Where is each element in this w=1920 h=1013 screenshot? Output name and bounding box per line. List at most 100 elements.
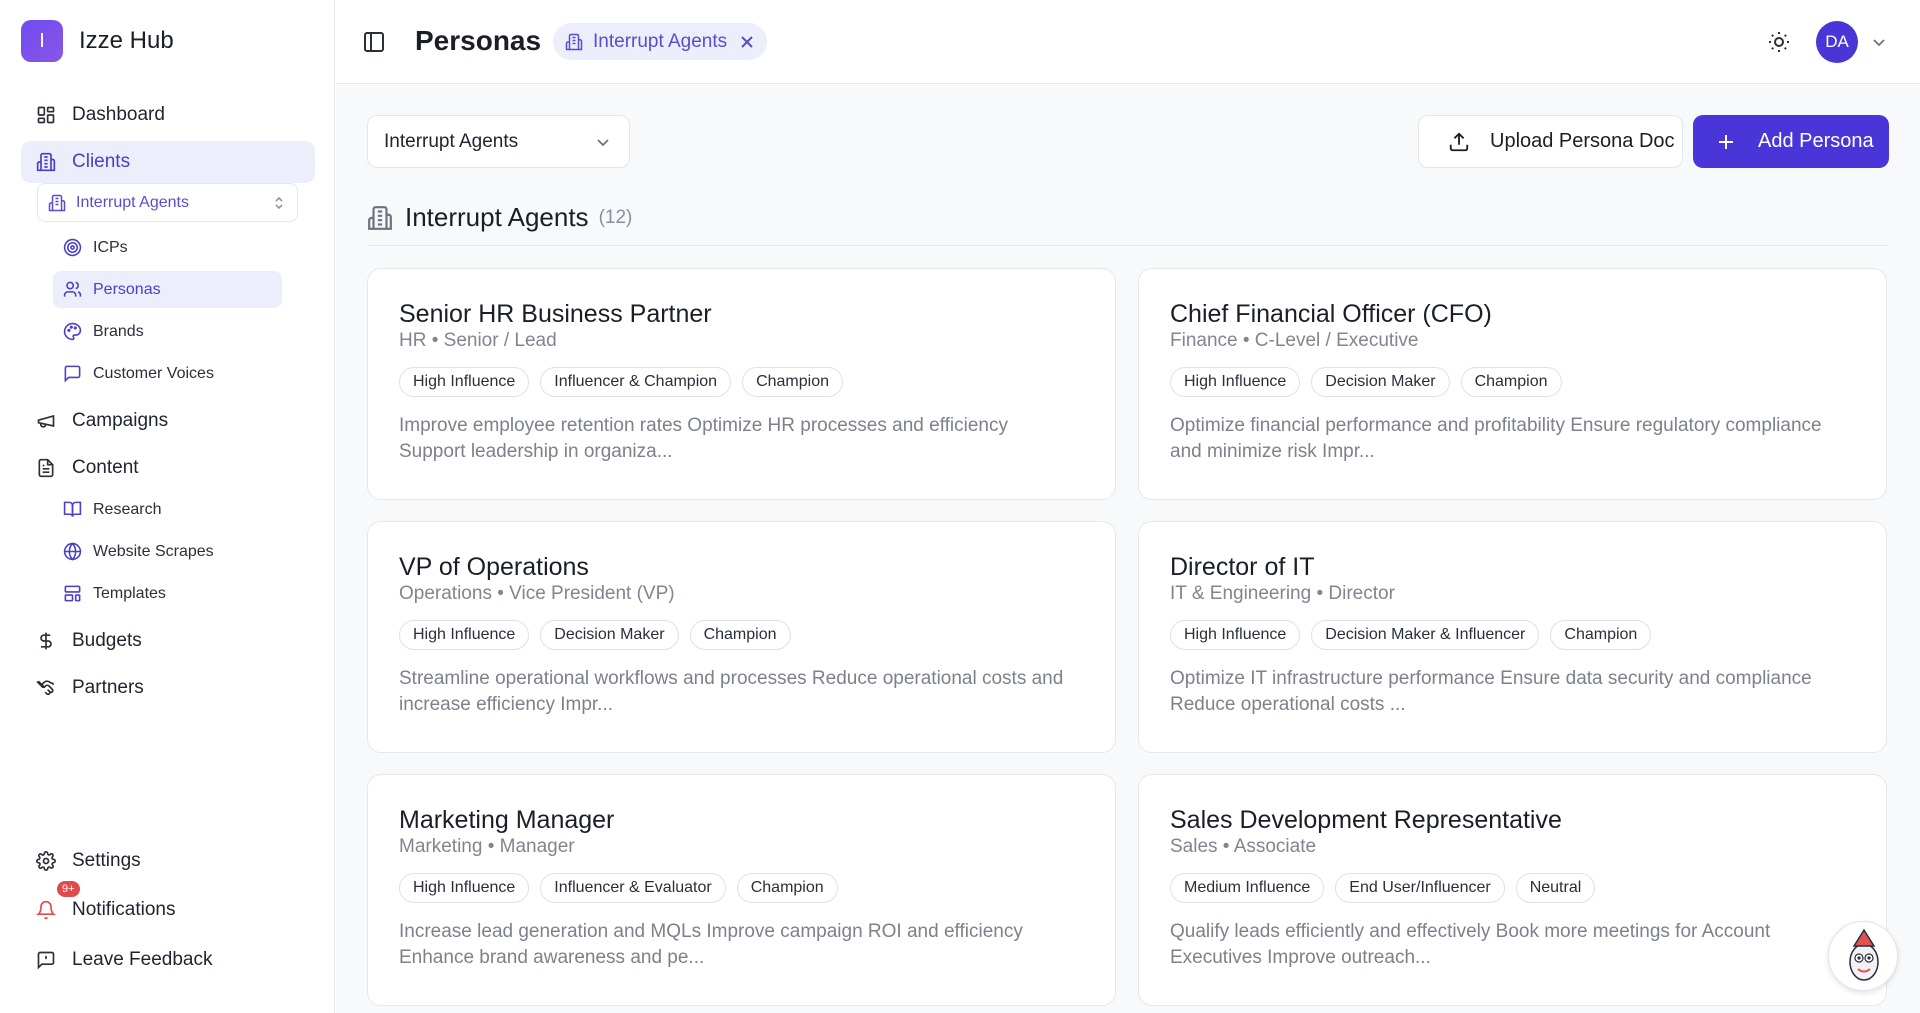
persona-tags: High Influence Decision Maker Champion: [399, 620, 1084, 650]
persona-tag: Decision Maker: [1311, 367, 1450, 397]
bell-icon: [35, 899, 57, 921]
persona-tag: Champion: [736, 873, 838, 903]
persona-tags: Medium Influence End User/Influencer Neu…: [1170, 873, 1855, 903]
sidebar-subitem-customer-voices[interactable]: Customer Voices: [53, 355, 282, 392]
sidebar-item-notifications[interactable]: 9+ Notifications: [21, 881, 315, 931]
sidebar-item-label: Campaigns: [72, 410, 169, 431]
persona-tag: Influencer & Champion: [540, 367, 732, 397]
building-icon: [565, 33, 583, 50]
user-avatar[interactable]: DA: [1816, 21, 1858, 63]
persona-card[interactable]: Marketing Manager Marketing • Manager Hi…: [367, 774, 1116, 1006]
section-title: Interrupt Agents: [405, 202, 589, 232]
sidebar-item-settings[interactable]: Settings: [21, 840, 315, 882]
add-button-label: Add Persona: [1758, 130, 1874, 152]
persona-tag: High Influence: [1170, 620, 1301, 650]
brand[interactable]: I Izze Hub: [21, 20, 174, 62]
upload-persona-doc-button[interactable]: Upload Persona Doc: [1418, 115, 1683, 168]
sidebar-item-label: Budgets: [72, 630, 142, 651]
persona-description: Optimize financial performance and profi…: [1170, 415, 1822, 462]
persona-description: Increase lead generation and MQLs Improv…: [399, 921, 1023, 968]
persona-tag: Decision Maker: [540, 620, 679, 650]
persona-subtitle: Finance • C-Level / Executive: [1170, 330, 1419, 351]
upload-button-label: Upload Persona Doc: [1490, 130, 1675, 152]
sidebar-subitem-research[interactable]: Research: [53, 491, 282, 528]
upload-icon: [1449, 131, 1469, 151]
palette-icon: [62, 322, 82, 342]
sidebar-item-feedback[interactable]: Leave Feedback: [21, 939, 315, 981]
globe-icon: [62, 542, 82, 562]
notification-badge: 9+: [57, 881, 80, 897]
persona-tag: Medium Influence: [1170, 873, 1325, 903]
sidebar-subitem-label: ICPs: [93, 238, 128, 256]
persona-description: Streamline operational workflows and pro…: [399, 668, 1064, 715]
persona-tag: End User/Influencer: [1335, 873, 1505, 903]
sidebar-item-partners[interactable]: Partners: [21, 667, 315, 709]
sidebar-subitem-templates[interactable]: Templates: [53, 575, 282, 612]
sidebar-item-dashboard[interactable]: Dashboard: [21, 94, 315, 136]
sidebar-item-content[interactable]: Content: [21, 447, 315, 489]
persona-subtitle: HR • Senior / Lead: [399, 330, 557, 351]
sidebar-item-clients[interactable]: Clients: [21, 141, 315, 183]
plus-icon: [1719, 134, 1733, 149]
chevron-down-icon[interactable]: [1871, 34, 1887, 50]
megaphone-icon: [35, 410, 57, 432]
sidebar-subitem-label: Website Scrapes: [93, 542, 214, 560]
persona-tag: High Influence: [399, 873, 530, 903]
sidebar-item-label: Partners: [72, 677, 144, 698]
persona-tag: Neutral: [1515, 873, 1596, 903]
sidebar-item-budgets[interactable]: Budgets: [21, 620, 315, 662]
persona-subtitle: IT & Engineering • Director: [1170, 583, 1395, 604]
persona-tag: Decision Maker & Influencer: [1311, 620, 1540, 650]
handshake-icon: [35, 677, 57, 699]
sidebar-subitem-icps[interactable]: ICPs: [53, 229, 282, 266]
persona-tag: Champion: [1460, 367, 1562, 397]
client-selector-label: Interrupt Agents: [76, 193, 189, 211]
section-count: (12): [598, 206, 633, 228]
persona-title: Senior HR Business Partner: [399, 300, 712, 328]
persona-card[interactable]: Director of IT IT & Engineering • Direct…: [1138, 521, 1887, 753]
persona-tag: Champion: [689, 620, 791, 650]
dollar-icon: [35, 630, 57, 652]
sidebar-subitem-website-scrapes[interactable]: Website Scrapes: [53, 533, 282, 570]
persona-tag: Champion: [1550, 620, 1652, 650]
persona-tags: High Influence Decision Maker Champion: [1170, 367, 1855, 397]
sidebar-item-label: Dashboard: [72, 104, 165, 125]
persona-title: Chief Financial Officer (CFO): [1170, 300, 1492, 328]
assistant-mascot-button[interactable]: [1828, 921, 1898, 991]
divider: [367, 245, 1889, 246]
persona-card[interactable]: Chief Financial Officer (CFO) Finance • …: [1138, 268, 1887, 500]
persona-card[interactable]: VP of Operations Operations • Vice Presi…: [367, 521, 1116, 753]
mascot-icon: [1849, 928, 1879, 981]
building-icon: [35, 151, 57, 173]
client-filter-chip[interactable]: Interrupt Agents: [553, 23, 768, 60]
sun-icon[interactable]: [1767, 30, 1791, 54]
sidebar-subitem-personas[interactable]: Personas: [53, 271, 282, 308]
sidebar-item-label: Leave Feedback: [72, 949, 213, 970]
top-header: Personas Interrupt Agents DA: [336, 0, 1920, 84]
close-icon[interactable]: [739, 34, 755, 50]
book-icon: [62, 500, 82, 520]
persona-card[interactable]: Senior HR Business Partner HR • Senior /…: [367, 268, 1116, 500]
persona-subtitle: Sales • Associate: [1170, 836, 1317, 857]
persona-title: Marketing Manager: [399, 806, 615, 834]
sidebar-item-campaigns[interactable]: Campaigns: [21, 400, 315, 442]
building-icon: [368, 205, 392, 230]
users-icon: [62, 280, 82, 300]
persona-card[interactable]: Sales Development Representative Sales •…: [1138, 774, 1887, 1006]
persona-description: Improve employee retention rates Optimiz…: [399, 415, 1008, 462]
persona-description: Optimize IT infrastructure performance E…: [1170, 668, 1812, 715]
add-persona-button[interactable]: Add Persona: [1693, 115, 1889, 168]
persona-tag: High Influence: [399, 367, 530, 397]
client-selector[interactable]: Interrupt Agents: [37, 183, 298, 222]
sidebar-item-label: Notifications: [72, 899, 176, 920]
sidebar-subitem-brands[interactable]: Brands: [53, 313, 282, 350]
brand-name: Izze Hub: [79, 27, 174, 54]
client-dropdown[interactable]: Interrupt Agents: [367, 115, 630, 168]
message-icon: [62, 364, 82, 384]
chevron-down-icon: [597, 139, 609, 147]
main-content: Interrupt Agents Upload Persona Doc Add …: [336, 85, 1920, 1013]
sidebar-subitem-label: Brands: [93, 322, 144, 340]
sidebar-toggle-icon[interactable]: [362, 30, 386, 54]
target-icon: [62, 238, 82, 258]
sidebar-subitem-label: Research: [93, 500, 162, 518]
